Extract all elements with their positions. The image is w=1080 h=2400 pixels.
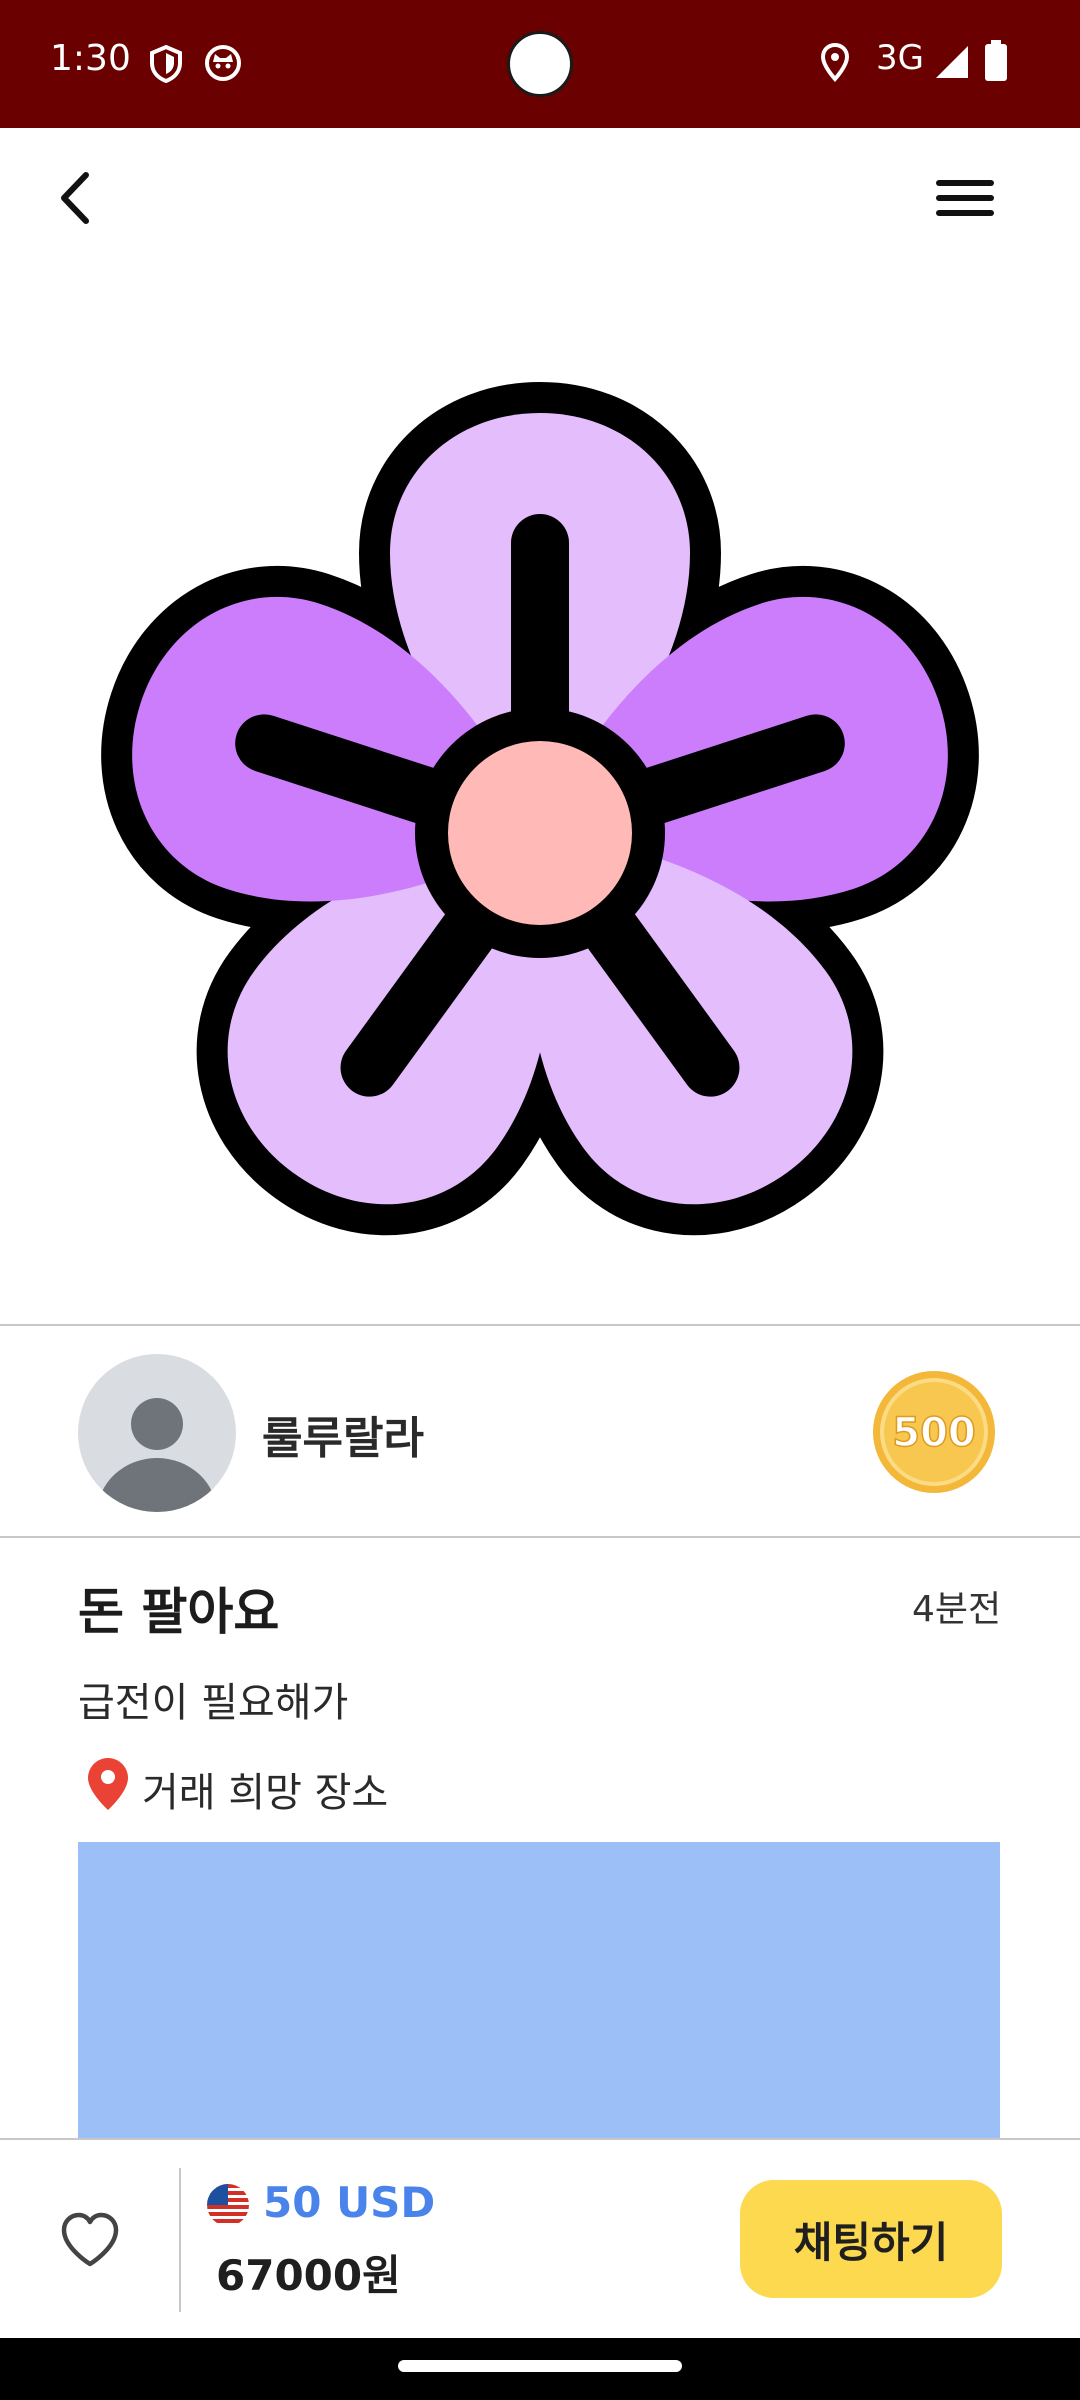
menu-button[interactable] (928, 163, 1002, 233)
battery-icon (985, 40, 1007, 81)
divider (0, 1536, 1080, 1538)
post-description: 급전이 필요해가 (78, 1680, 349, 1726)
seller-profile[interactable]: 룰루랄라 500 (0, 1326, 1080, 1536)
coin-value: 500 (892, 1410, 976, 1456)
hamburger-menu-icon (936, 180, 994, 216)
product-image[interactable] (0, 268, 1080, 1324)
back-button[interactable] (44, 163, 114, 233)
usd-price: 50 USD (263, 2178, 436, 2227)
coin-icon: 500 (873, 1371, 995, 1493)
flower-illustration (0, 268, 1080, 1324)
heart-icon (61, 2212, 119, 2267)
post-time: 4분전 (912, 1589, 1002, 1630)
seller-name[interactable]: 룰루랄라 (262, 1402, 424, 1466)
divider (179, 2168, 181, 2312)
krw-price: 67000원 (216, 2251, 401, 2300)
map-view[interactable] (78, 1842, 1000, 2138)
system-nav-bar (0, 2338, 1080, 2400)
shield-icon (150, 44, 182, 84)
status-time: 1:30 (50, 38, 131, 79)
signal-icon (936, 46, 968, 78)
home-gesture-handle[interactable] (398, 2360, 682, 2372)
camera-cutout (507, 31, 573, 97)
status-bar: 1:30 3G (0, 0, 1080, 128)
coin-badge: 500 (872, 1370, 996, 1494)
bottom-action-bar: 50 USD 67000원 채팅하기 (0, 2138, 1080, 2340)
user-avatar-icon (78, 1354, 236, 1512)
avatar[interactable] (78, 1354, 236, 1512)
network-label: 3G (876, 38, 924, 78)
location-label: 거래 희망 장소 (142, 1770, 389, 1816)
us-flag-icon (207, 2184, 249, 2226)
location-icon (820, 42, 850, 82)
chevron-left-icon (61, 172, 89, 224)
app-bar (0, 128, 1080, 268)
post-title: 돈 팔아요 (78, 1583, 280, 1641)
chat-button[interactable]: 채팅하기 (740, 2180, 1002, 2298)
map-pin-icon (88, 1758, 128, 1810)
cat-icon (205, 45, 241, 81)
like-button[interactable] (58, 2210, 122, 2270)
